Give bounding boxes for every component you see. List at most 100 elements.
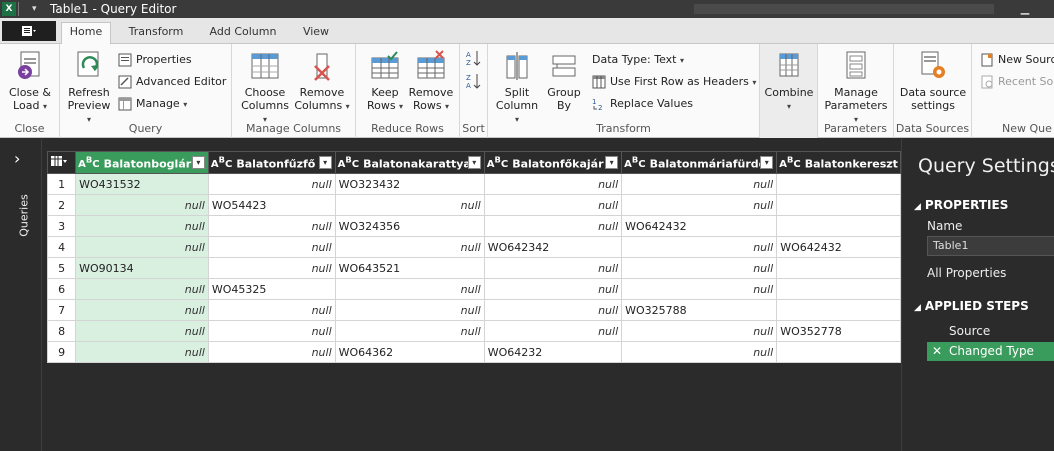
remove-columns-button[interactable]: Remove Columns ▾ [294, 50, 350, 113]
table-cell[interactable]: null [621, 236, 778, 258]
choose-columns-button[interactable]: Choose Columns ▾ [238, 50, 292, 126]
table-cell[interactable]: null [75, 215, 209, 237]
table-cell[interactable]: null [483, 194, 623, 216]
table-cell[interactable]: null [207, 299, 336, 321]
text-type-icon[interactable]: ABC [211, 155, 232, 170]
data-source-settings-button[interactable]: Data source settings [898, 50, 968, 112]
table-cell[interactable]: null [207, 341, 336, 363]
sort-ascending-button[interactable]: AZ [465, 49, 483, 67]
table-cell[interactable]: null [621, 173, 778, 195]
table-cell[interactable]: WO323432 [334, 173, 485, 195]
filter-dropdown-icon[interactable]: ▾ [760, 156, 774, 169]
table-cell[interactable]: null [75, 320, 209, 342]
column-header[interactable]: ABC Balatonakarattya ▾ [334, 151, 485, 174]
table-cell[interactable]: null [483, 173, 623, 195]
table-cell[interactable]: null [75, 194, 209, 216]
table-cell[interactable]: WO352778 [776, 320, 901, 342]
row-number[interactable]: 1 [46, 173, 77, 195]
replace-values-button[interactable]: 1 2 Replace Values [592, 95, 693, 113]
recent-sources-button[interactable]: Recent Sou [980, 73, 1054, 91]
table-cell[interactable]: null [334, 194, 485, 216]
column-header[interactable]: ABC Balatonmáriafürdő ▾ [621, 151, 778, 174]
table-cell[interactable]: null [483, 278, 623, 300]
table-cell[interactable]: WO64362 [334, 341, 485, 363]
table-cell[interactable] [776, 278, 901, 300]
table-cell[interactable]: null [75, 299, 209, 321]
table-cell[interactable]: WO325788 [621, 299, 778, 321]
table-cell[interactable]: null [75, 236, 209, 258]
minimize-icon[interactable]: ▁ [1016, 2, 1034, 16]
table-cell[interactable]: null [75, 341, 209, 363]
delete-step-icon[interactable]: ✕ [932, 342, 942, 361]
table-menu-icon[interactable] [46, 151, 77, 174]
tab-home[interactable]: Home [61, 22, 111, 45]
text-type-icon[interactable]: ABC [624, 155, 645, 170]
properties-button[interactable]: Properties [118, 51, 192, 69]
all-properties-link[interactable]: All Properties [927, 266, 1006, 280]
table-cell[interactable]: null [75, 278, 209, 300]
table-cell[interactable] [776, 257, 901, 279]
table-cell[interactable]: null [483, 215, 623, 237]
table-cell[interactable]: WO64232 [483, 341, 623, 363]
column-header[interactable]: ABC Balatonfűzfő ▾ [207, 151, 336, 174]
table-cell[interactable]: null [207, 173, 336, 195]
table-cell[interactable]: WO54423 [207, 194, 336, 216]
column-header[interactable]: ABC Balatonboglár ▾ [75, 151, 209, 174]
text-type-icon[interactable]: ABC [487, 155, 508, 170]
table-cell[interactable]: WO324356 [334, 215, 485, 237]
query-name-input[interactable]: Table1 [927, 236, 1054, 256]
applied-step[interactable]: Source [927, 322, 1054, 341]
sort-descending-button[interactable]: ZA [465, 72, 483, 90]
table-cell[interactable]: null [334, 236, 485, 258]
row-number[interactable]: 4 [46, 236, 77, 258]
table-cell[interactable]: null [207, 320, 336, 342]
row-number[interactable]: 9 [46, 341, 77, 363]
filter-dropdown-icon[interactable]: ▾ [605, 156, 619, 169]
table-cell[interactable]: null [483, 320, 623, 342]
table-cell[interactable]: null [207, 236, 336, 258]
use-first-row-headers-button[interactable]: Use First Row as Headers ▾ [592, 73, 756, 91]
manage-parameters-button[interactable]: Manage Parameters ▾ [822, 50, 890, 126]
row-number[interactable]: 3 [46, 215, 77, 237]
row-number[interactable]: 6 [46, 278, 77, 300]
data-type-dropdown[interactable]: Data Type: Text ▾ [592, 51, 684, 69]
remove-rows-button[interactable]: Remove Rows ▾ [406, 50, 456, 113]
row-number[interactable]: 2 [46, 194, 77, 216]
table-cell[interactable] [776, 173, 901, 195]
table-cell[interactable] [776, 215, 901, 237]
filter-dropdown-icon[interactable]: ▾ [467, 156, 481, 169]
table-cell[interactable]: null [621, 278, 778, 300]
close-load-button[interactable]: Close & Load ▾ [6, 50, 54, 113]
table-cell[interactable]: WO45325 [207, 278, 336, 300]
table-cell[interactable]: null [334, 299, 485, 321]
properties-section-header[interactable]: ◢ PROPERTIES [914, 198, 1008, 212]
keep-rows-button[interactable]: Keep Rows ▾ [362, 50, 408, 113]
table-cell[interactable]: WO642432 [621, 215, 778, 237]
row-number[interactable]: 5 [46, 257, 77, 279]
table-cell[interactable]: WO431532 [75, 173, 209, 195]
table-cell[interactable] [776, 299, 901, 321]
filter-dropdown-icon[interactable]: ▾ [191, 156, 205, 169]
table-cell[interactable]: null [334, 278, 485, 300]
table-cell[interactable]: null [621, 341, 778, 363]
quick-access-dropdown-icon[interactable]: ▾ [32, 1, 44, 17]
group-by-button[interactable]: Group By [544, 50, 584, 112]
column-header[interactable]: ABC Balatonfőkajár ▾ [483, 151, 623, 174]
column-header[interactable]: ABC Balatonkereszt [776, 151, 901, 174]
table-cell[interactable]: null [207, 257, 336, 279]
table-cell[interactable]: WO642342 [483, 236, 623, 258]
text-type-icon[interactable]: ABC [78, 155, 99, 170]
applied-step-selected[interactable]: ✕ Changed Type [927, 342, 1054, 361]
applied-steps-section-header[interactable]: ◢ APPLIED STEPS [914, 299, 1029, 313]
table-cell[interactable]: null [483, 299, 623, 321]
tab-view[interactable]: View [296, 23, 336, 44]
table-cell[interactable] [776, 194, 901, 216]
advanced-editor-button[interactable]: Advanced Editor [118, 73, 226, 91]
text-type-icon[interactable]: ABC [338, 155, 359, 170]
table-cell[interactable]: null [334, 320, 485, 342]
text-type-icon[interactable]: ABC [779, 155, 800, 170]
combine-button[interactable]: Combine ▾ [764, 50, 814, 113]
row-number[interactable]: 8 [46, 320, 77, 342]
refresh-preview-button[interactable]: Refresh Preview ▾ [66, 50, 112, 126]
table-cell[interactable]: null [621, 194, 778, 216]
